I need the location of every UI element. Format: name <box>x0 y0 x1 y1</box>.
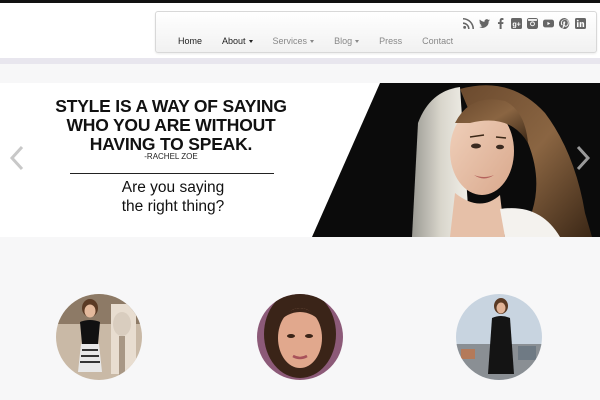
svg-text:g+: g+ <box>512 20 521 28</box>
header-divider <box>0 58 600 64</box>
nav-item-blog[interactable]: Blog <box>334 36 360 46</box>
feature-image-portrait[interactable] <box>257 294 343 380</box>
hero-slider: STYLE IS A WAY OF SAYING WHO YOU ARE WIT… <box>0 83 600 237</box>
nav-item-contact[interactable]: Contact <box>422 36 453 46</box>
rss-icon[interactable] <box>462 17 474 29</box>
youtube-icon[interactable] <box>542 17 554 29</box>
hero-quote: STYLE IS A WAY OF SAYING WHO YOU ARE WIT… <box>40 96 302 162</box>
slider-next-button[interactable] <box>572 143 594 173</box>
nav-item-home[interactable]: Home <box>178 36 202 46</box>
caret-down-icon <box>248 39 253 43</box>
nav-item-label: Press <box>379 36 403 46</box>
slider-prev-button[interactable] <box>6 143 28 173</box>
caret-down-icon <box>310 39 315 43</box>
main-menu: Home About Services Blog Press Contact <box>178 36 473 46</box>
facebook-icon[interactable] <box>494 17 506 29</box>
nav-item-press[interactable]: Press <box>379 36 402 46</box>
nav-item-label: Blog <box>334 36 353 46</box>
nav-item-about[interactable]: About <box>222 36 253 46</box>
chevron-right-icon <box>576 145 591 171</box>
nav-item-label: Home <box>178 36 203 46</box>
nav-item-label: Contact <box>422 36 454 46</box>
quote-separator <box>70 173 274 174</box>
nav-item-label: About <box>222 36 246 46</box>
feature-image-fashion[interactable] <box>56 294 142 380</box>
chevron-left-icon <box>9 145 24 171</box>
quote-text: STYLE IS A WAY OF SAYING WHO YOU ARE WIT… <box>55 96 287 154</box>
pinterest-icon[interactable] <box>558 17 570 29</box>
nav-item-services[interactable]: Services <box>273 36 315 46</box>
feature-image-black-dress[interactable] <box>456 294 542 380</box>
hero-question: Are you saying the right thing? <box>121 179 225 215</box>
social-links: g+ <box>462 17 586 29</box>
nav-item-label: Services <box>272 36 308 46</box>
caret-down-icon <box>355 39 360 43</box>
instagram-icon[interactable] <box>526 17 538 29</box>
quote-author: -RACHEL ZOE <box>144 152 198 161</box>
nav-bar: g+ Home About Services Blog Press Contact <box>155 11 597 53</box>
twitter-icon[interactable] <box>478 17 490 29</box>
linkedin-icon[interactable] <box>574 17 586 29</box>
featured-circles <box>0 294 600 384</box>
google-plus-icon[interactable]: g+ <box>510 17 522 29</box>
site-header: g+ Home About Services Blog Press Contact <box>0 3 600 59</box>
